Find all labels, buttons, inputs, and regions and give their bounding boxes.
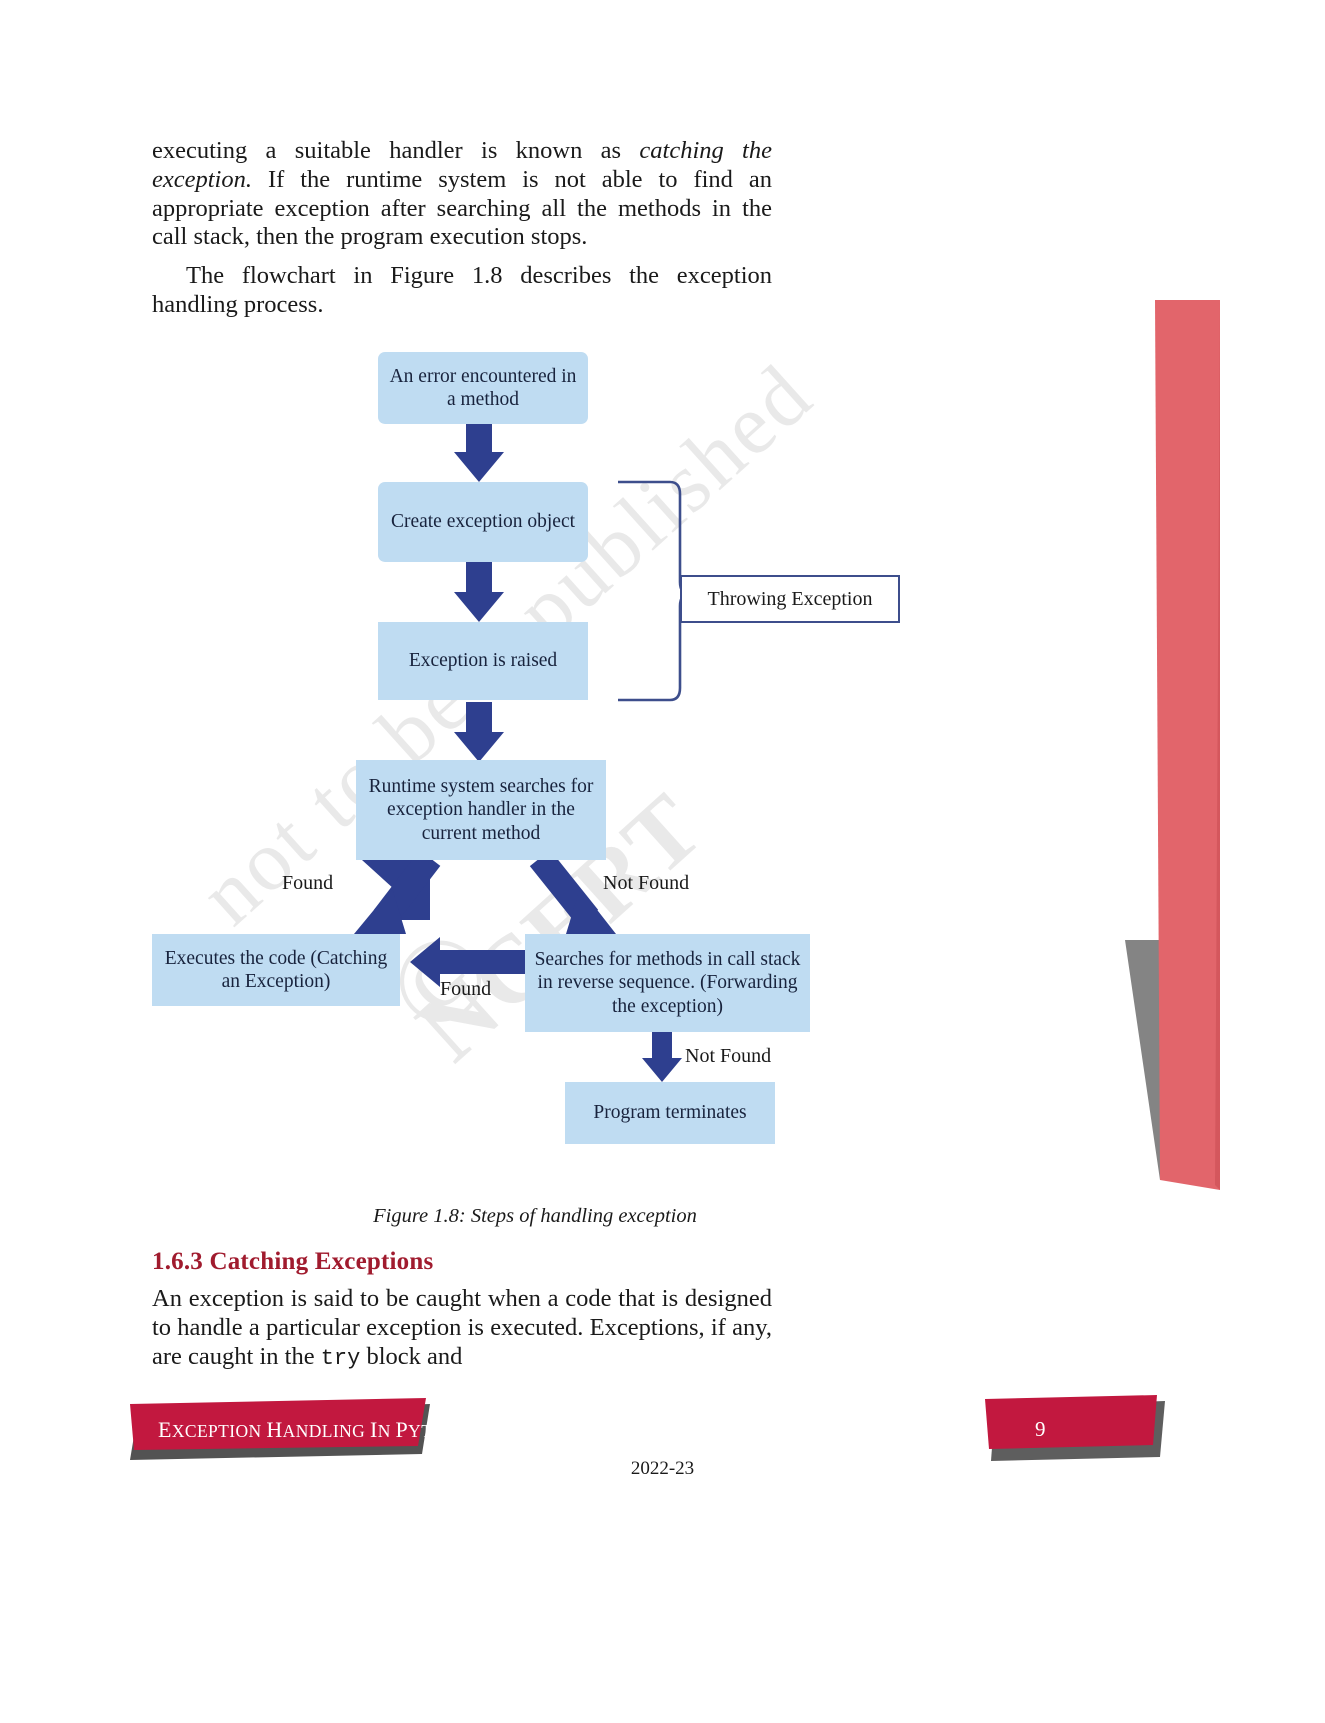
paragraph-catching-exceptions: An exception is said to be caught when a… xyxy=(152,1285,772,1371)
para3-code-try: try xyxy=(320,1345,361,1371)
flow-node-executes-the-code: Executes the code (Catching an Exception… xyxy=(152,934,400,1006)
page-badge-shape xyxy=(985,1395,1165,1461)
para3-text-b: block and xyxy=(360,1342,463,1370)
footer-year: 2022-23 xyxy=(630,1458,695,1479)
flow-node-error-encountered: An error encountered in a method xyxy=(378,352,588,424)
section-heading-catching-exceptions: 1.6.3 Catching Exceptions xyxy=(152,1248,434,1275)
arrow-error-to-create xyxy=(454,422,504,482)
flow-node-exception-is-raised: Exception is raised xyxy=(378,622,588,700)
arrow-notfound-to-terminates xyxy=(642,1030,682,1082)
edge-label-not-found-terminate: Not Found xyxy=(685,1045,772,1067)
arrow-raised-to-runtime xyxy=(454,702,504,762)
flow-node-searches-call-stack: Searches for methods in call stack in re… xyxy=(525,934,810,1032)
figure-1-8-flowchart: An error encountered in a method Create … xyxy=(140,330,930,1210)
flow-node-runtime-system-searches: Runtime system searches for exception ha… xyxy=(356,760,606,860)
arrow-notfound-right-branch xyxy=(529,849,616,934)
arrow-create-to-raised xyxy=(454,562,504,622)
footer-chapter-title: EXCEPTION HANDLING IN PYTHON xyxy=(158,1417,472,1442)
page-number: 9 xyxy=(1035,1417,1046,1441)
flow-node-program-terminates: Program terminates xyxy=(565,1082,775,1144)
decorative-ribbon xyxy=(1125,300,1325,1220)
flow-node-create-exception-object: Create exception object xyxy=(378,482,588,562)
paragraph-flowchart-intro: The flowchart in Figure 1.8 describes th… xyxy=(152,262,772,320)
figure-caption: Figure 1.8: Steps of handling exception xyxy=(373,1205,697,1227)
para1-text-a: executing a suitable handler is known as xyxy=(152,137,640,164)
edge-label-found-back: Found xyxy=(440,978,492,1000)
paragraph-continuation: executing a suitable handler is known as… xyxy=(152,137,772,252)
footer-chapter-banner: EXCEPTION HANDLING IN PYTHON xyxy=(130,1398,471,1460)
para2-text: The flowchart in Figure 1.8 describes th… xyxy=(152,262,772,318)
page-number-badge: 9 xyxy=(985,1395,1170,1465)
flow-callout-throwing-exception: Throwing Exception xyxy=(680,575,900,623)
ribbon-shape xyxy=(1125,300,1220,1190)
edge-label-not-found-right: Not Found xyxy=(603,872,690,894)
edge-label-found-left: Found xyxy=(282,872,334,894)
